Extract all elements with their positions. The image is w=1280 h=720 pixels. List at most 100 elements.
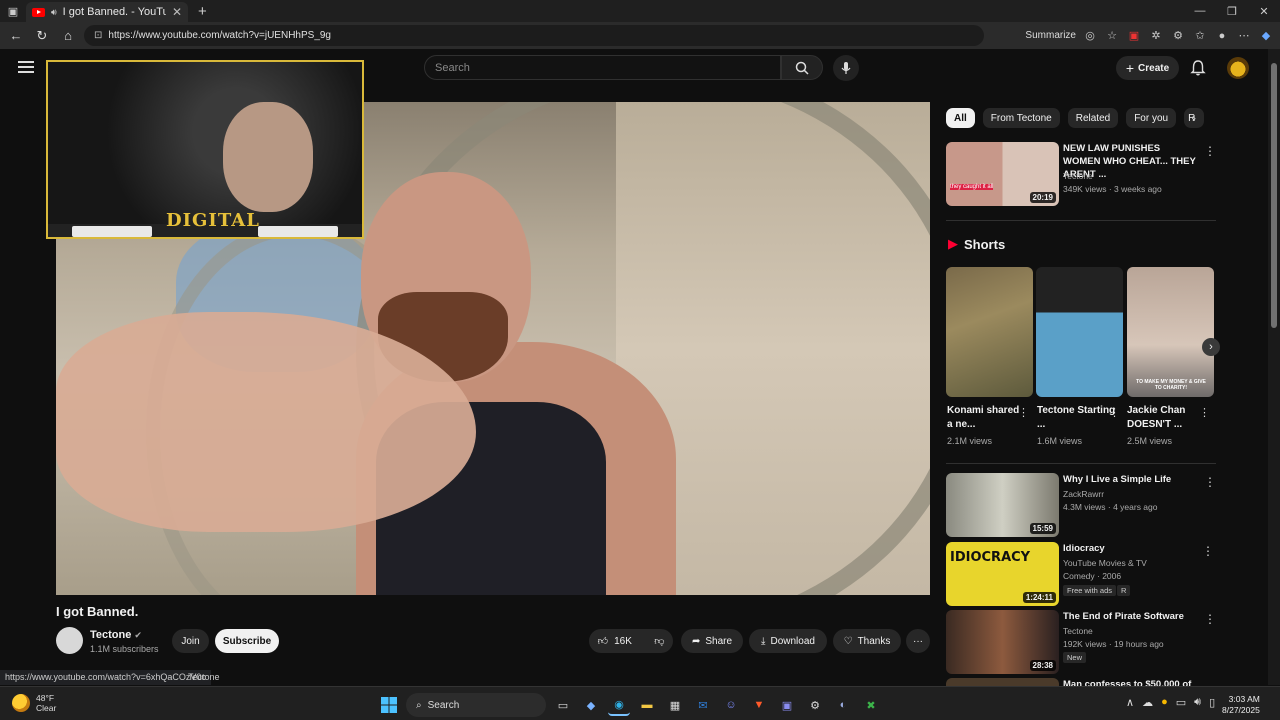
short-thumbnail[interactable]: [946, 267, 1033, 397]
voice-search-button[interactable]: [833, 55, 859, 81]
recommendation-item[interactable]: they caught it all 20:19 NEW LAW PUNISHE…: [946, 142, 1216, 208]
ai-icon[interactable]: ◎: [1082, 28, 1098, 44]
search-button[interactable]: [781, 55, 823, 80]
video-thumbnail[interactable]: 28:38: [946, 610, 1059, 674]
home-icon[interactable]: ⌂: [58, 28, 78, 43]
url-field[interactable]: ⊡ https://www.youtube.com/watch?v=jUENHh…: [84, 25, 984, 46]
video-thumbnail[interactable]: [946, 678, 1059, 686]
minimize-icon[interactable]: —: [1184, 5, 1216, 18]
notifications-bell-icon[interactable]: [1189, 59, 1207, 77]
star-icon[interactable]: ☆: [1104, 28, 1120, 44]
back-icon[interactable]: ←: [6, 28, 26, 43]
network-icon[interactable]: ▭: [1176, 696, 1186, 709]
browser-tab[interactable]: 🔊︎ I got Banned. - YouTube ✕: [26, 2, 188, 22]
more-vert-icon[interactable]: ⋮: [1204, 475, 1216, 489]
profile-icon[interactable]: ●: [1214, 28, 1230, 44]
recommendation-item[interactable]: IDIOCRACY 1:24:11 Idiocracy YouTube Movi…: [946, 542, 1216, 606]
steam-icon[interactable]: ◐: [832, 694, 854, 716]
plus-icon: +: [1125, 60, 1135, 76]
teams-icon[interactable]: ▣: [776, 694, 798, 716]
channel-avatar[interactable]: [56, 627, 83, 654]
more-vert-icon[interactable]: ⋮: [1199, 406, 1210, 419]
more-actions-button[interactable]: ···: [906, 629, 930, 653]
like-button[interactable]: 👍︎ 16K: [598, 635, 632, 648]
close-window-icon[interactable]: ✕: [1248, 5, 1280, 18]
site-info-icon[interactable]: ⊡: [94, 30, 102, 41]
page-scrollbar[interactable]: [1268, 49, 1280, 685]
channel-name[interactable]: Tectone ✔: [90, 629, 142, 641]
menu-icon[interactable]: [18, 61, 34, 73]
more-vert-icon[interactable]: ⋮: [1204, 612, 1216, 626]
window-menu-icon[interactable]: ▣: [0, 0, 26, 22]
refresh-icon[interactable]: ↻: [32, 28, 52, 44]
speaker-icon[interactable]: 🔊︎: [51, 7, 57, 18]
xbox-icon[interactable]: ✖: [860, 694, 882, 716]
video-title: Idiocracy: [1063, 543, 1105, 554]
taskbar-clock[interactable]: 3:03 AM 8/27/2025: [1222, 694, 1260, 716]
taskbar-search[interactable]: ⌕ Search: [406, 693, 546, 717]
create-button[interactable]: + Create: [1116, 56, 1179, 80]
short-thumbnail[interactable]: TO MAKE MY MONEY & GIVE TO CHARITY!: [1127, 267, 1214, 397]
settings-icon[interactable]: ⚙: [804, 694, 826, 716]
more-vert-icon[interactable]: ⋮: [1204, 144, 1216, 158]
short-title[interactable]: Jackie Chan DOESN'T ...: [1127, 404, 1207, 432]
microphone-tray-icon[interactable]: ●: [1161, 696, 1168, 709]
more-vert-icon[interactable]: ⋮: [1018, 406, 1029, 419]
more-vert-icon[interactable]: ⋮: [1109, 406, 1120, 419]
video-thumbnail[interactable]: IDIOCRACY 1:24:11: [946, 542, 1059, 606]
join-button[interactable]: Join: [172, 629, 209, 653]
download-button[interactable]: ⤓ Download: [749, 629, 827, 653]
onedrive-icon[interactable]: ☁: [1142, 696, 1153, 709]
thanks-button[interactable]: ♡ Thanks: [833, 629, 901, 653]
share-button[interactable]: ➦ Share: [681, 629, 743, 653]
extension-red-icon[interactable]: ▣: [1126, 28, 1142, 44]
weather-widget[interactable]: 48°F Clear: [12, 693, 56, 713]
short-title[interactable]: Tectone Starting ...: [1037, 404, 1117, 432]
maximize-icon[interactable]: ❐: [1216, 5, 1248, 18]
browser-titlebar: ▣ 🔊︎ I got Banned. - YouTube ✕ + — ❐ ✕: [0, 0, 1280, 22]
puzzle-icon[interactable]: ⚙: [1170, 28, 1186, 44]
outlook-icon[interactable]: ✉: [692, 694, 714, 716]
short-title[interactable]: Konami shared a ne...: [947, 404, 1027, 432]
channel-name: ZackRawrr: [1063, 489, 1105, 499]
discord-icon[interactable]: ☺: [720, 694, 742, 716]
chip-all[interactable]: All: [946, 108, 975, 128]
tray-chevron-icon[interactable]: ∧: [1126, 696, 1134, 709]
recommendation-item[interactable]: Man confesses to $50,000 of: [946, 678, 1216, 686]
chip-from-tectone[interactable]: From Tectone: [982, 108, 1060, 128]
battery-icon[interactable]: ▯: [1209, 696, 1215, 709]
copilot-icon[interactable]: ◆: [1258, 28, 1274, 44]
copilot-app-icon[interactable]: ◆: [580, 694, 602, 716]
account-avatar[interactable]: [1227, 57, 1249, 79]
short-thumbnail-caption: TO MAKE MY MONEY & GIVE TO CHARITY!: [1136, 379, 1206, 391]
file-explorer-icon[interactable]: ▬: [636, 694, 658, 716]
brave-icon[interactable]: ▼: [748, 694, 770, 716]
scrollbar-thumb[interactable]: [1271, 63, 1277, 328]
video-thumbnail[interactable]: they caught it all 20:19: [946, 142, 1059, 206]
more-vert-icon[interactable]: ⋮: [1202, 544, 1214, 558]
system-tray: ∧ ☁ ● ▭ 🔊︎ ▯: [1126, 696, 1215, 709]
extension-icon[interactable]: ✲: [1148, 28, 1164, 44]
subscribe-button[interactable]: Subscribe: [215, 629, 279, 653]
windows-start-icon[interactable]: [378, 694, 400, 716]
volume-icon[interactable]: 🔊︎: [1194, 696, 1201, 709]
new-tab-icon[interactable]: +: [198, 3, 207, 20]
chevron-right-icon[interactable]: ›: [1192, 111, 1196, 125]
recommendation-item[interactable]: 28:38 The End of Pirate Software Tectone…: [946, 610, 1216, 674]
share-icon: ➦: [691, 635, 701, 647]
edge-browser-icon[interactable]: ◉: [608, 694, 630, 716]
chip-related[interactable]: Related: [1067, 108, 1119, 128]
summarize-button[interactable]: Summarize: [1025, 30, 1076, 41]
task-view-icon[interactable]: ▭: [552, 694, 574, 716]
favorites-icon[interactable]: ✩: [1192, 28, 1208, 44]
dislike-button[interactable]: 👎︎: [654, 635, 664, 647]
close-tab-icon[interactable]: ✕: [172, 5, 182, 19]
more-icon[interactable]: ⋯: [1236, 28, 1252, 44]
short-thumbnail[interactable]: [1036, 267, 1123, 397]
shorts-next-button[interactable]: ›: [1202, 338, 1220, 356]
video-thumbnail[interactable]: 15:59: [946, 473, 1059, 537]
store-icon[interactable]: ▦: [664, 694, 686, 716]
chip-for-you[interactable]: For you: [1126, 108, 1177, 128]
recommendation-item[interactable]: 15:59 Why I Live a Simple Life ZackRawrr…: [946, 473, 1216, 537]
search-input[interactable]: Search: [424, 55, 781, 80]
